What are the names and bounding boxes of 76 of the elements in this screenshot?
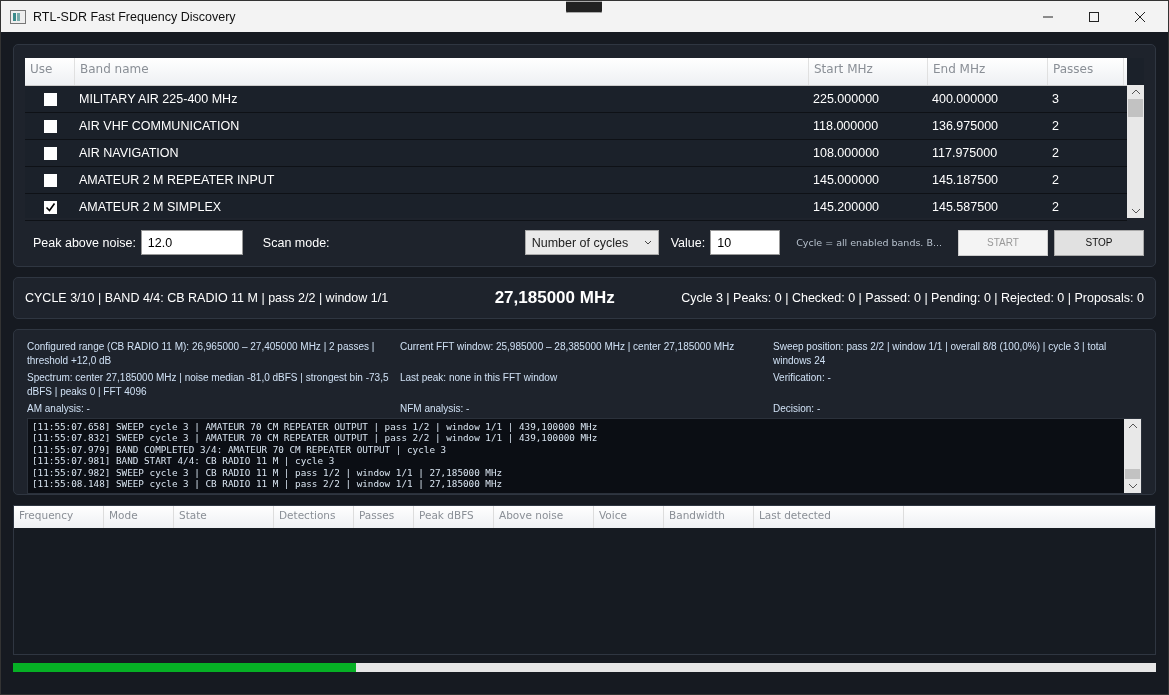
table-cell-text: AMATEUR 2 M SIMPLEX xyxy=(78,200,223,214)
info-text: Decision: - xyxy=(773,402,822,416)
table-cell-text: 2 xyxy=(1051,146,1060,160)
info-text: Last peak: none in this FFT window xyxy=(400,371,559,385)
column-header[interactable]: Frequency xyxy=(14,506,104,528)
table-cell-text: MILITARY AIR 225-400 MHz xyxy=(78,92,239,106)
column-header[interactable]: Detections xyxy=(274,506,354,528)
drag-handle-icon[interactable] xyxy=(566,1,602,13)
table-cell-text: 3 xyxy=(1051,92,1060,106)
peak-label: Peak above noise: xyxy=(33,235,136,250)
window-title: RTL-SDR Fast Frequency Discovery xyxy=(33,9,236,24)
info-text: Spectrum: center 27,185000 MHz | noise median -81,0 dBFS | strongest bin -73,5 dBFS | peaks 0 | FFT 4096 xyxy=(27,371,390,399)
table-cell-text: 225.000000 xyxy=(812,92,881,106)
checkbox[interactable] xyxy=(43,146,57,160)
checkbox[interactable] xyxy=(43,173,57,187)
column-header[interactable]: Bandwidth xyxy=(664,506,754,528)
scrollbar[interactable] xyxy=(1127,58,1144,218)
table-cell-text: 108.000000 xyxy=(812,146,881,160)
table-cell-text: 117.975000 xyxy=(931,146,999,160)
hint-text: Cycle = all enabled bands. B... xyxy=(796,237,942,248)
log-line: [11:55:07.658] SWEEP cycle 3 | AMATEUR 70 CM REPEATER OUTPUT | pass 1/2 | window 1/1 | 439,100000 MHz xyxy=(32,421,599,433)
peak-input[interactable]: 12.0 xyxy=(140,230,243,255)
log-line: [11:55:07.981] BAND START 4/4: CB RADIO 11 M | cycle 3 xyxy=(32,455,336,467)
table-cell-text: AIR VHF COMMUNICATION xyxy=(78,119,241,133)
column-header[interactable]: Voice xyxy=(594,506,664,528)
table-cell-text: 118.000000 xyxy=(812,119,880,133)
log-line: [11:55:07.832] SWEEP cycle 3 | AMATEUR 70 CM REPEATER OUTPUT | pass 2/2 | window 1/1 | 439,100000 MHz xyxy=(32,432,599,444)
app-icon xyxy=(10,9,26,24)
checkbox[interactable] xyxy=(43,119,57,133)
scroll-thumb[interactable] xyxy=(1128,99,1143,117)
close-icon[interactable] xyxy=(1134,10,1146,23)
info-text: Current FFT window: 25,985000 – 28,385000 MHz | center 27,185000 MHz xyxy=(400,340,736,354)
counters-text: Cycle 3 | Peaks: 0 | Checked: 0 | Passed: 0 | Pending: 0 | Rejected: 0 | Proposals: 0 xyxy=(681,291,1144,305)
info-text: NFM analysis: - xyxy=(400,402,471,416)
column-header[interactable]: Use xyxy=(25,58,75,85)
column-header[interactable]: Passes xyxy=(354,506,414,528)
table-cell-text: AIR NAVIGATION xyxy=(78,146,180,160)
table-cell-text: 2 xyxy=(1051,173,1060,187)
column-header[interactable]: Last detected xyxy=(754,506,904,528)
frequency-readout: 27,185000 MHz xyxy=(493,288,615,308)
log-line: [11:55:07.979] BAND COMPLETED 3/4: AMATEUR 70 CM REPEATER OUTPUT | cycle 3 xyxy=(32,443,448,456)
table-cell-text: AMATEUR 2 M REPEATER INPUT xyxy=(78,173,276,187)
log-line: [11:55:07.982] SWEEP cycle 3 | CB RADIO 11 M | pass 1/2 | window 1/1 | 27,185000 MHz xyxy=(32,466,504,479)
scan-mode-dropdown[interactable]: Number of cycles xyxy=(524,230,659,255)
info-text: Sweep position: pass 2/2 | window 1/1 | overall 8/8 (100,0%) | cycle 3 | total windows 24 xyxy=(773,340,1108,368)
column-header[interactable]: Passes xyxy=(1048,58,1124,85)
scan-mode-label: Scan mode: xyxy=(262,235,330,250)
table-cell-text: 145.587500 xyxy=(931,200,1000,214)
column-header[interactable]: State xyxy=(174,506,274,528)
table-cell-text: 145.187500 xyxy=(931,173,1000,187)
table-cell-text: 400.000000 xyxy=(931,92,1000,106)
checkbox[interactable] xyxy=(43,92,57,106)
column-header[interactable]: Band name xyxy=(75,58,809,85)
column-header[interactable]: Peak dBFS xyxy=(414,506,494,528)
column-header[interactable]: Start MHz xyxy=(809,58,928,85)
stop-button[interactable]: STOP xyxy=(1054,229,1144,256)
table-cell-text: 145.000000 xyxy=(812,173,881,187)
scrollbar[interactable] xyxy=(1124,419,1141,493)
chevron-icon xyxy=(643,239,652,246)
table-cell-text: 136.975000 xyxy=(931,119,1000,133)
log-line: [11:55:08.148] SWEEP cycle 3 | CB RADIO 11 M | pass 2/2 | window 1/1 | 27,185000 MHz xyxy=(32,478,504,490)
status-text: CYCLE 3/10 | BAND 4/4: CB RADIO 11 M | pass 2/2 | window 1/1 xyxy=(25,291,389,305)
table-cell-text: 145.200000 xyxy=(812,200,881,214)
value-label: Value: xyxy=(670,235,706,250)
info-text: AM analysis: - xyxy=(27,402,91,416)
column-header[interactable]: Above noise xyxy=(494,506,594,528)
table-cell-text: 2 xyxy=(1051,119,1060,133)
checkbox[interactable] xyxy=(43,200,57,214)
column-header[interactable]: End MHz xyxy=(928,58,1048,85)
table-cell-text: 2 xyxy=(1051,200,1060,214)
info-text: Verification: - xyxy=(773,371,832,385)
info-text: Configured range (CB RADIO 11 M): 26,965000 – 27,405000 MHz | 2 passes | threshold +12,0 dB xyxy=(27,340,376,368)
scroll-thumb[interactable] xyxy=(1125,469,1140,479)
column-header[interactable]: Mode xyxy=(104,506,174,528)
value-input[interactable]: 10 xyxy=(710,230,781,255)
maximize-icon[interactable] xyxy=(1088,10,1100,23)
